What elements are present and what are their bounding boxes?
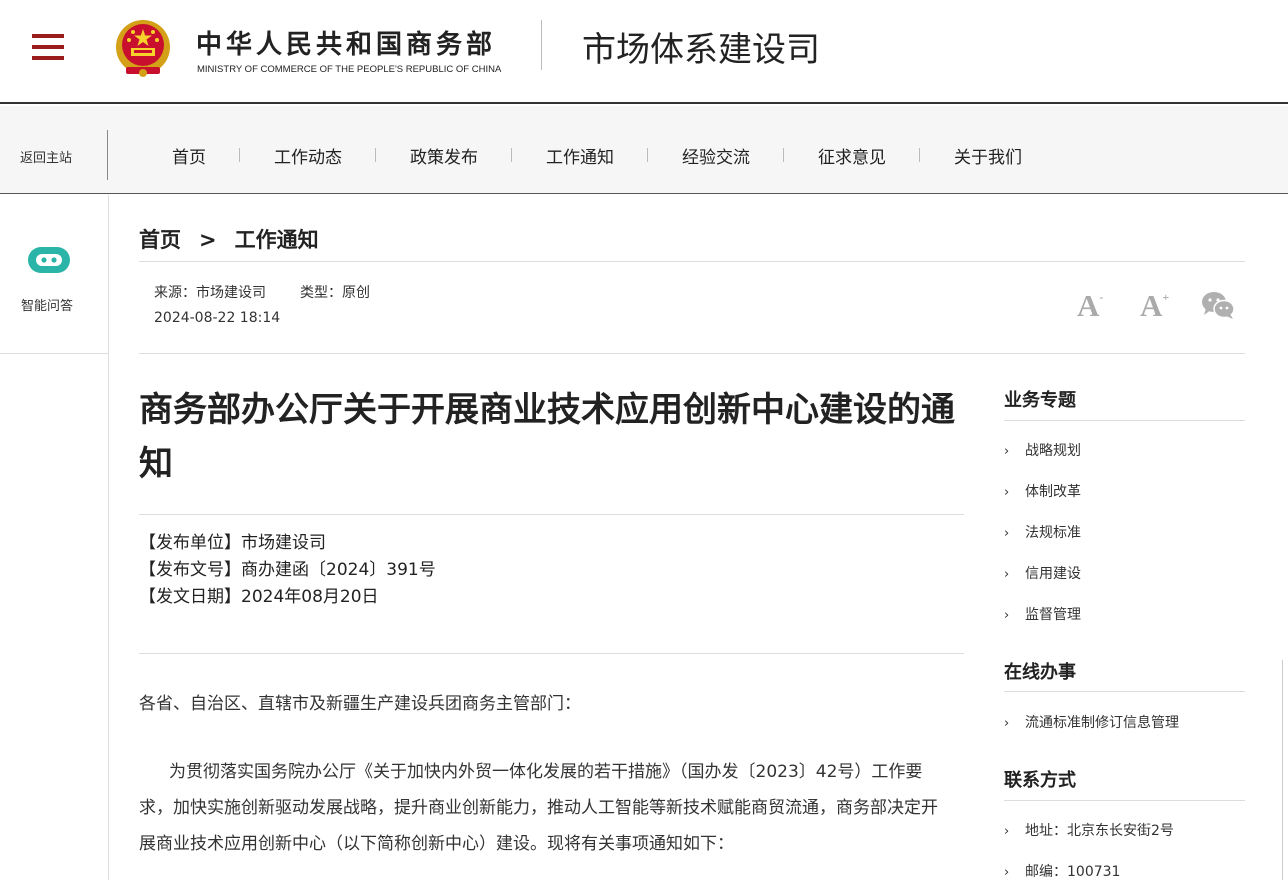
- chevron-right-icon: ›: [1004, 567, 1010, 582]
- divider: [139, 261, 1245, 262]
- menu-icon[interactable]: [32, 32, 64, 62]
- sidebar-item-regulations[interactable]: › 法规标准: [1004, 522, 1081, 542]
- back-home-link[interactable]: 返回主站: [20, 147, 72, 166]
- org-name-cn: 中华人民共和国商务部: [196, 30, 497, 60]
- chevron-right-icon: ›: [1004, 865, 1010, 880]
- nav-item-policy[interactable]: 政策发布: [410, 143, 478, 168]
- breadcrumb: 首页 > 工作通知: [139, 224, 319, 254]
- article-greeting: 各省、自治区、直辖市及新疆生产建设兵团商务主管部门：: [139, 694, 581, 714]
- divider: [139, 514, 964, 515]
- chevron-right-icon: ›: [1004, 485, 1010, 500]
- meta-datetime: 2024-08-22 18:14: [154, 310, 281, 326]
- nav-item-opinions[interactable]: 征求意见: [818, 143, 886, 168]
- smart-qa-button[interactable]: 智能问答: [0, 195, 108, 354]
- smart-qa-label: 智能问答: [21, 299, 74, 314]
- nav-divider: [107, 130, 108, 180]
- divider: [1004, 420, 1245, 421]
- header-divider: [541, 20, 542, 70]
- meta-source: 来源：市场建设司: [154, 285, 266, 301]
- sidebar-topics-title: 业务专题: [1004, 390, 1076, 411]
- font-smaller-button[interactable]: A-: [1077, 288, 1103, 324]
- national-emblem-icon: [116, 20, 170, 77]
- sidebar-item-credit[interactable]: › 信用建设: [1004, 563, 1081, 583]
- font-smaller-icon: A: [1077, 288, 1100, 323]
- department-title: 市场体系建设司: [582, 30, 820, 70]
- nav-item-work-notice[interactable]: 工作通知: [546, 143, 614, 168]
- divider: [139, 653, 964, 654]
- article-title: 商务部办公厅关于开展商业技术应用创新中心建设的通知: [139, 390, 955, 484]
- meta-type: 类型：原创: [300, 285, 370, 301]
- divider: [1004, 691, 1245, 692]
- article-paragraph: 为贯彻落实国务院办公厅《关于加快内外贸一体化发展的若干措施》（国办发〔2023〕…: [139, 762, 938, 854]
- info-publisher: 【发布单位】市场建设司: [139, 533, 326, 553]
- font-larger-icon: A: [1140, 288, 1163, 323]
- chevron-right-icon: ›: [1004, 608, 1010, 623]
- info-issue-date: 【发文日期】2024年08月20日: [139, 587, 379, 607]
- breadcrumb-current[interactable]: 工作通知: [235, 228, 319, 252]
- nav-separator: [647, 148, 648, 162]
- article-meta: 来源：市场建设司 类型：原创: [154, 282, 370, 302]
- sidebar-item-supervision[interactable]: › 监督管理: [1004, 604, 1081, 624]
- divider: [1004, 800, 1245, 801]
- breadcrumb-separator: >: [199, 228, 217, 252]
- chevron-right-icon: ›: [1004, 716, 1010, 731]
- nav-separator: [239, 148, 240, 162]
- sidebar-item-standards-mgmt[interactable]: › 流通标准制修订信息管理: [1004, 712, 1179, 732]
- nav-separator: [511, 148, 512, 162]
- nav-separator: [375, 148, 376, 162]
- wechat-share-icon[interactable]: [1201, 290, 1235, 320]
- font-larger-button[interactable]: A+: [1140, 288, 1169, 324]
- chevron-right-icon: ›: [1004, 526, 1010, 541]
- contact-address: › 地址：北京东长安街2号: [1004, 823, 1174, 839]
- nav-item-experience[interactable]: 经验交流: [682, 143, 750, 168]
- site-header: 中华人民共和国商务部 MINISTRY OF COMMERCE OF THE P…: [0, 0, 1288, 104]
- nav-separator: [783, 148, 784, 162]
- article-info: 【发布单位】市场建设司 【发布文号】商办建函〔2024〕391号 【发文日期】2…: [139, 530, 436, 611]
- info-doc-number: 【发布文号】商办建函〔2024〕391号: [139, 560, 436, 580]
- scroll-track: [1282, 660, 1288, 880]
- nav-item-home[interactable]: 首页: [172, 143, 206, 168]
- nav-separator: [919, 148, 920, 162]
- sidebar-item-reform[interactable]: › 体制改革: [1004, 481, 1081, 501]
- sidebar-contact-title: 联系方式: [1004, 770, 1076, 791]
- nav-item-about[interactable]: 关于我们: [954, 143, 1022, 168]
- org-name-en: MINISTRY OF COMMERCE OF THE PEOPLE'S REP…: [197, 64, 502, 75]
- contact-postcode: › 邮编：100731: [1004, 864, 1121, 880]
- left-float-column: 智能问答: [0, 195, 109, 880]
- sidebar-item-strategy[interactable]: › 战略规划: [1004, 440, 1081, 460]
- main-nav: 返回主站 首页 工作动态 政策发布 工作通知 经验交流 征求意见 关于我们: [0, 106, 1288, 194]
- robot-icon: [28, 247, 70, 273]
- chevron-right-icon: ›: [1004, 444, 1010, 459]
- divider: [139, 353, 1245, 354]
- breadcrumb-home[interactable]: 首页: [139, 228, 181, 252]
- chevron-right-icon: ›: [1004, 824, 1010, 839]
- sidebar-online-title: 在线办事: [1004, 662, 1076, 683]
- nav-item-work-news[interactable]: 工作动态: [274, 143, 342, 168]
